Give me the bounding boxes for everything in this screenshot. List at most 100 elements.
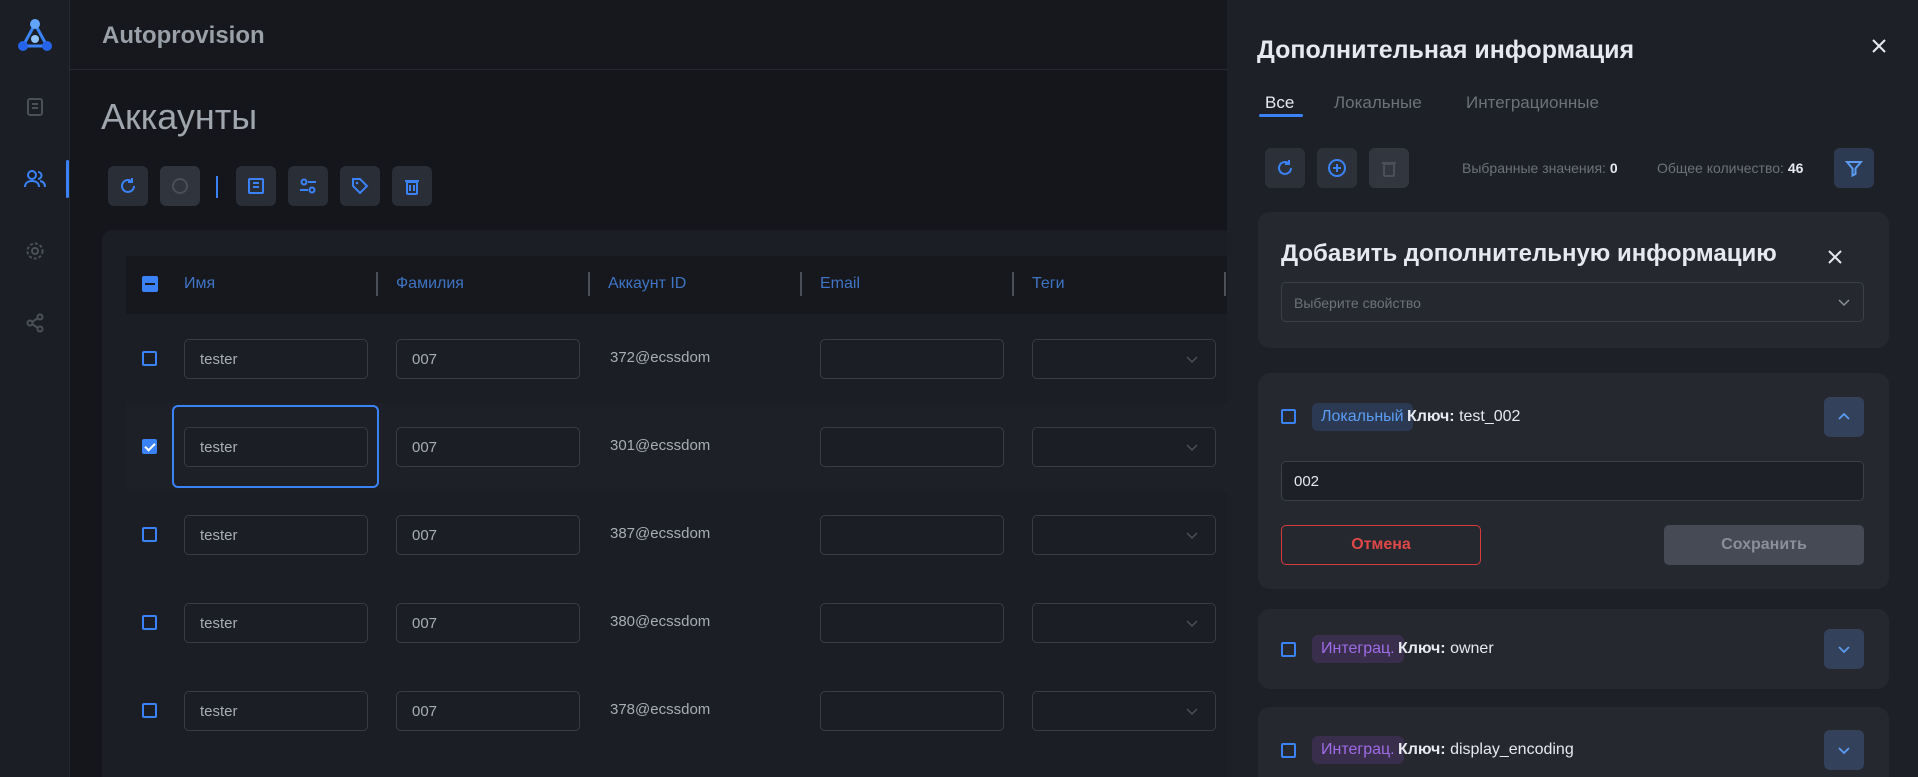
delete-button[interactable] <box>392 166 432 206</box>
key-label: Ключ: <box>1398 741 1446 758</box>
settings-list-button[interactable] <box>288 166 328 206</box>
total-count: Общее количество: 46 <box>1657 160 1803 176</box>
column-separator[interactable] <box>800 272 802 296</box>
refresh-icon <box>121 178 135 193</box>
phonebook-icon[interactable] <box>22 94 48 120</box>
app-logo-icon[interactable] <box>17 18 53 52</box>
last-name-input[interactable]: 007 <box>396 515 580 555</box>
email-input[interactable] <box>820 339 1004 379</box>
email-input[interactable] <box>820 515 1004 555</box>
table-row[interactable]: tester 007 378@ecssdom <box>126 667 1236 755</box>
column-separator[interactable] <box>1012 272 1014 296</box>
row-checkbox[interactable] <box>142 527 157 542</box>
column-separator[interactable] <box>376 272 378 296</box>
tags-select[interactable] <box>1032 427 1216 467</box>
selected-label: Выбранные значения: <box>1462 160 1606 176</box>
last-name-input[interactable]: 007 <box>396 339 580 379</box>
select-all-checkbox[interactable] <box>142 276 158 292</box>
email-input[interactable] <box>820 691 1004 731</box>
refresh-button[interactable] <box>108 166 148 206</box>
save-button[interactable]: Сохранить <box>1664 525 1864 565</box>
table-row[interactable]: tester 007 372@ecssdom <box>126 315 1236 403</box>
panel-refresh-button[interactable] <box>1265 148 1305 188</box>
active-tab-indicator <box>1259 114 1303 117</box>
tab-local[interactable]: Локальные <box>1334 93 1422 113</box>
table-row[interactable]: tester 007 380@ecssdom <box>126 579 1236 667</box>
tab-integration[interactable]: Интеграционные <box>1466 93 1599 113</box>
column-header-account-id[interactable]: Аккаунт ID <box>608 275 686 293</box>
tags-select[interactable] <box>1032 603 1216 643</box>
cell-focus-frame <box>172 405 379 488</box>
value-input[interactable]: 002 <box>1281 461 1864 501</box>
column-separator[interactable] <box>1224 272 1226 296</box>
info-item: Интеграц. Ключ: display_encoding <box>1258 707 1889 777</box>
row-checkbox[interactable] <box>142 615 157 630</box>
panel-add-button[interactable] <box>1317 148 1357 188</box>
integration-badge: Интеграц. <box>1312 635 1404 663</box>
table-row[interactable]: tester 007 387@ecssdom <box>126 491 1236 579</box>
first-name-input[interactable]: tester <box>184 515 368 555</box>
column-separator[interactable] <box>588 272 590 296</box>
page-title: Аккаунты <box>101 96 258 137</box>
tab-all[interactable]: Все <box>1265 93 1294 113</box>
row-checkbox[interactable] <box>142 351 157 366</box>
item-checkbox[interactable] <box>1281 409 1296 424</box>
chevron-up-icon <box>1838 412 1850 420</box>
selected-value: 0 <box>1609 160 1618 176</box>
total-label: Общее количество: <box>1657 160 1784 176</box>
share-icon[interactable] <box>22 310 48 336</box>
phonebook-button[interactable] <box>236 166 276 206</box>
property-select[interactable]: Выберите свойство <box>1281 282 1864 322</box>
tags-select[interactable] <box>1032 691 1216 731</box>
tag-icon <box>352 178 369 195</box>
integration-badge: Интеграц. <box>1312 736 1404 764</box>
item-checkbox[interactable] <box>1281 743 1296 758</box>
trash-icon <box>405 180 419 195</box>
users-icon[interactable] <box>22 166 48 192</box>
nav-active-indicator <box>66 160 69 198</box>
account-id-text: 378@ecssdom <box>610 701 711 718</box>
tags-select[interactable] <box>1032 515 1216 555</box>
chevron-down-icon <box>1838 299 1850 307</box>
collapse-button[interactable] <box>1824 397 1864 437</box>
filter-button[interactable] <box>1834 148 1874 188</box>
tag-button[interactable] <box>340 166 380 206</box>
selected-count: Выбранные значения: 0 <box>1462 160 1618 176</box>
row-checkbox[interactable] <box>142 703 157 718</box>
close-icon[interactable] <box>1826 248 1844 266</box>
column-header-tags[interactable]: Теги <box>1032 275 1065 293</box>
row-checkbox[interactable] <box>142 439 157 454</box>
item-checkbox[interactable] <box>1281 642 1296 657</box>
last-name-input[interactable]: 007 <box>396 603 580 643</box>
account-id-text: 301@ecssdom <box>610 437 711 454</box>
first-name-input[interactable]: tester <box>184 603 368 643</box>
panel-title: Дополнительная информация <box>1257 36 1635 64</box>
first-name-input[interactable]: tester <box>184 339 368 379</box>
tags-select[interactable] <box>1032 339 1216 379</box>
key-value: owner <box>1450 640 1494 657</box>
last-name-input[interactable]: 007 <box>396 691 580 731</box>
gear-icon[interactable] <box>22 238 48 264</box>
column-header-first-name[interactable]: Имя <box>184 275 215 293</box>
email-input[interactable] <box>820 603 1004 643</box>
chevron-down-icon <box>1186 356 1198 364</box>
expand-button[interactable] <box>1824 730 1864 770</box>
toolbar-divider <box>216 176 218 198</box>
panel-delete-button[interactable] <box>1369 148 1409 188</box>
key-label: Ключ: <box>1407 408 1455 425</box>
cancel-button[interactable]: Отмена <box>1281 525 1481 565</box>
expand-button[interactable] <box>1824 629 1864 669</box>
refresh-icon <box>1278 160 1292 175</box>
total-value: 46 <box>1787 160 1804 176</box>
account-id-text: 380@ecssdom <box>610 613 711 630</box>
column-header-email[interactable]: Email <box>820 275 860 293</box>
first-name-input[interactable]: tester <box>184 691 368 731</box>
last-name-input[interactable]: 007 <box>396 427 580 467</box>
close-icon[interactable] <box>1868 35 1890 57</box>
column-header-last-name[interactable]: Фамилия <box>396 275 464 293</box>
chevron-down-icon <box>1186 532 1198 540</box>
disabled-action-button[interactable] <box>160 166 200 206</box>
email-input[interactable] <box>820 427 1004 467</box>
add-info-title: Добавить дополнительную информацию <box>1281 240 1777 267</box>
item-key: Ключ: test_002 <box>1407 408 1520 426</box>
